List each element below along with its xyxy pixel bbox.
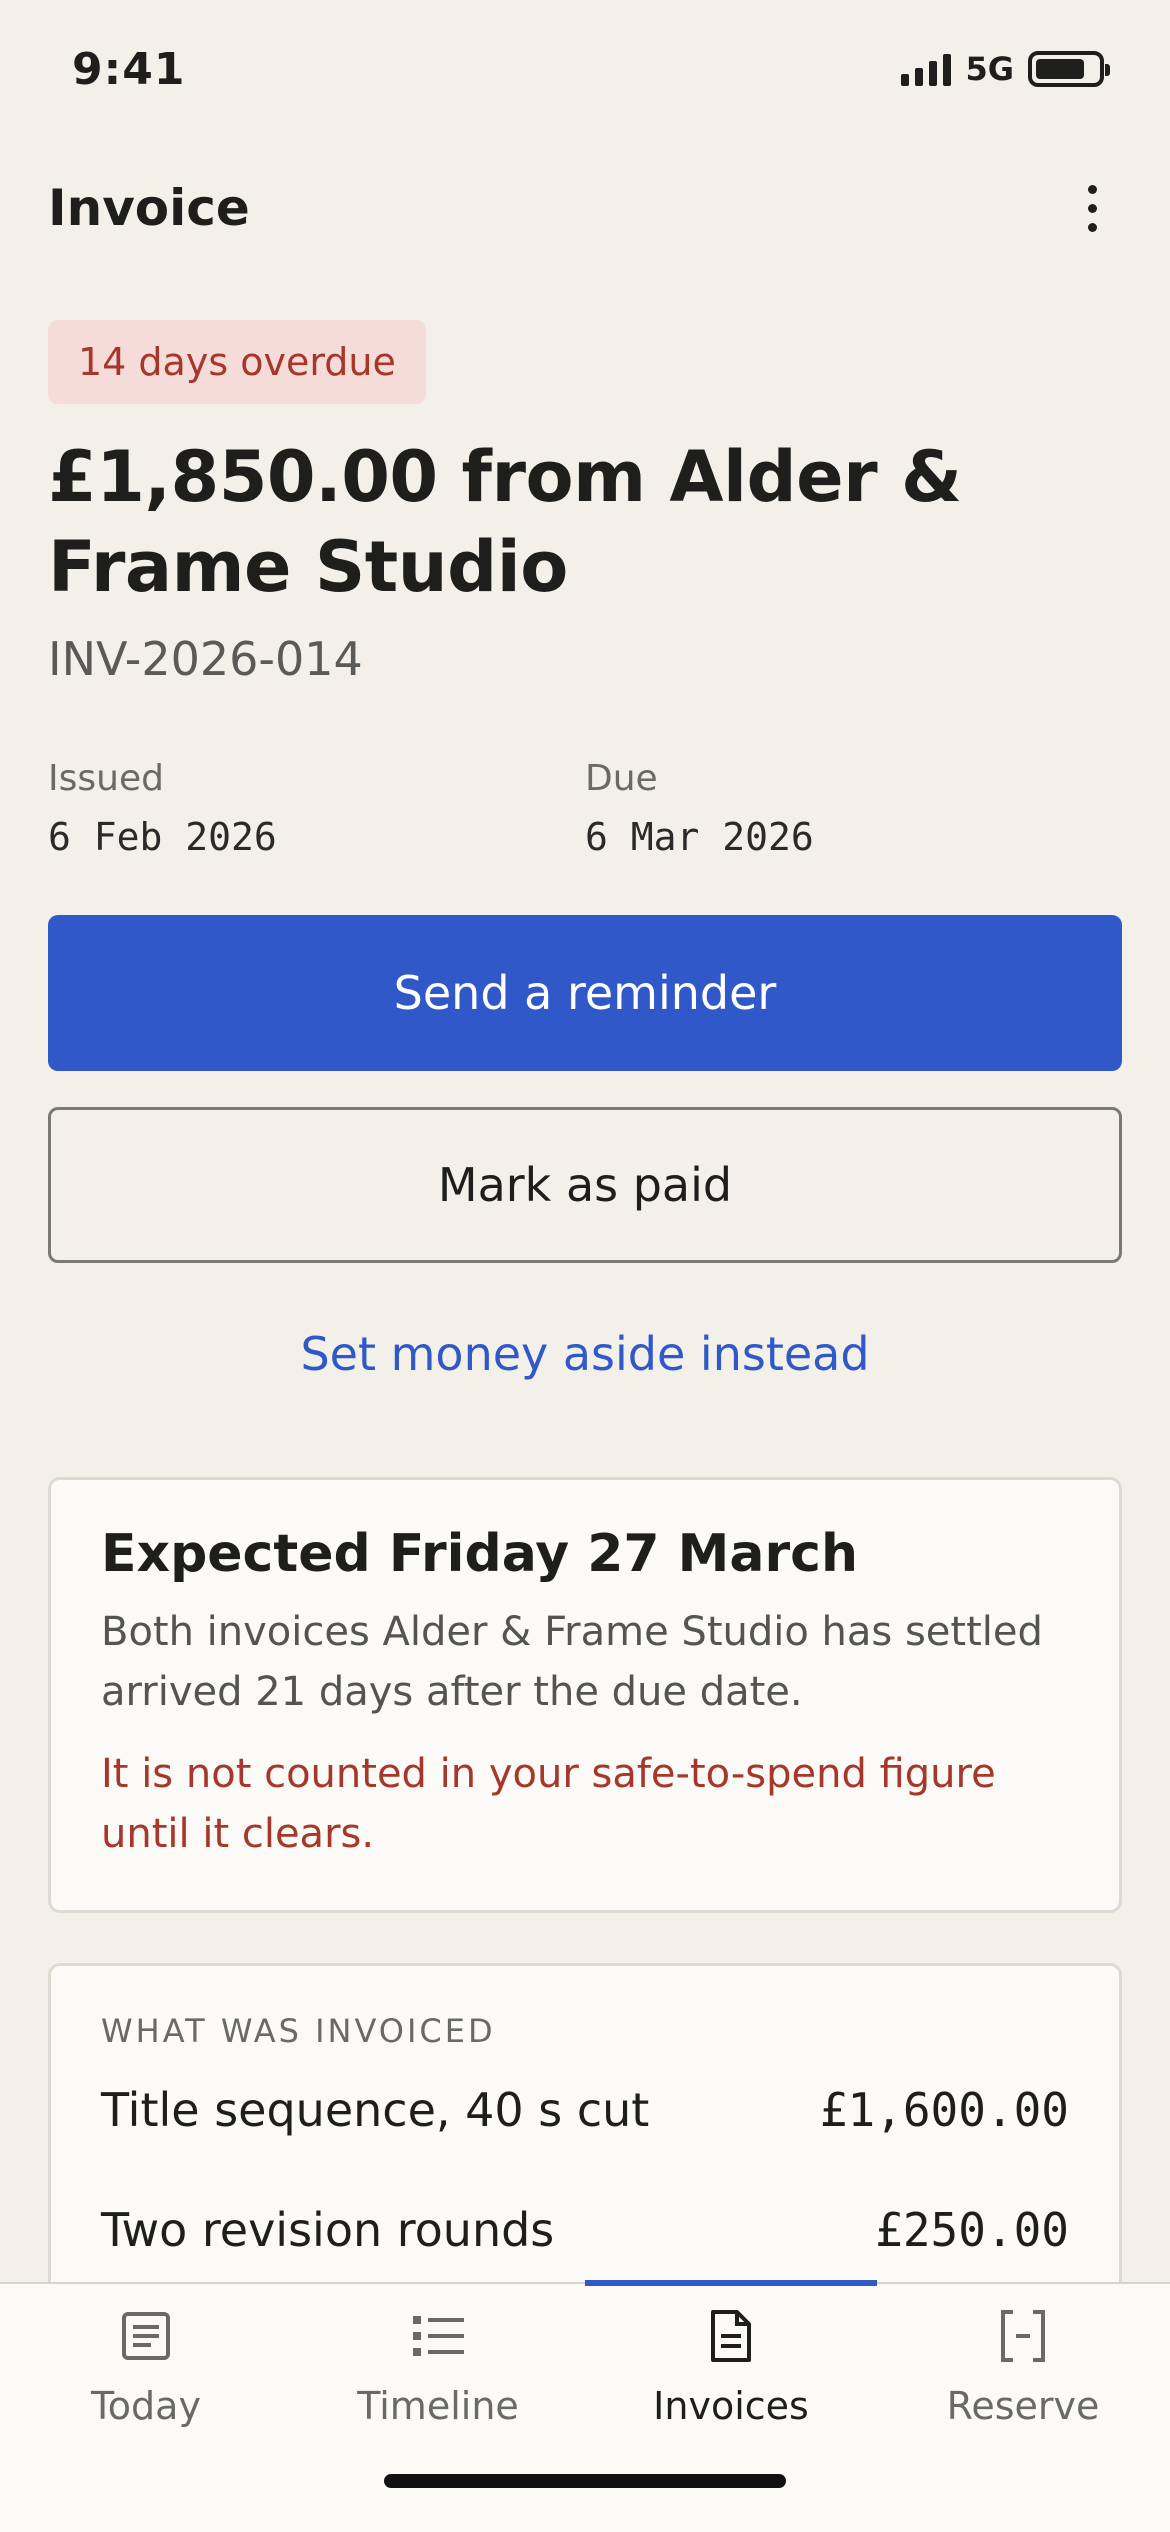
line-item-amount: £250.00 bbox=[875, 2203, 1069, 2257]
line-item: Two revision rounds £250.00 bbox=[101, 2170, 1069, 2282]
signal-icon bbox=[901, 52, 952, 86]
network-label: 5G bbox=[965, 50, 1014, 88]
line-item-description: Two revision rounds bbox=[101, 2203, 555, 2257]
page-title: Invoice bbox=[48, 179, 250, 237]
issued-date-group: Issued 6 Feb 2026 bbox=[48, 758, 585, 859]
status-time: 9:41 bbox=[72, 44, 186, 95]
line-item: Title sequence, 40 s cut £1,600.00 bbox=[101, 2050, 1069, 2170]
timeline-list-icon bbox=[408, 2306, 468, 2366]
invoiced-section-label: WHAT WAS INVOICED bbox=[101, 2012, 496, 2050]
tab-reserve[interactable]: Reserve bbox=[877, 2284, 1169, 2464]
mark-as-paid-button[interactable]: Mark as paid bbox=[48, 1107, 1122, 1263]
status-indicators: 5G bbox=[901, 50, 1110, 88]
line-item-description: Title sequence, 40 s cut bbox=[101, 2083, 650, 2137]
invoiced-items-card: WHAT WAS INVOICED Title sequence, 40 s c… bbox=[48, 1963, 1122, 2282]
due-date: 6 Mar 2026 bbox=[585, 815, 814, 859]
due-date-group: Due 6 Mar 2026 bbox=[585, 758, 1122, 859]
invoice-dates: Issued 6 Feb 2026 Due 6 Mar 2026 bbox=[48, 758, 1122, 859]
battery-icon bbox=[1028, 51, 1110, 87]
send-reminder-button[interactable]: Send a reminder bbox=[48, 915, 1122, 1071]
tab-today-label: Today bbox=[91, 2384, 201, 2428]
line-item-amount: £1,600.00 bbox=[819, 2083, 1069, 2137]
tab-timeline-label: Timeline bbox=[357, 2384, 519, 2428]
overdue-status-badge: 14 days overdue bbox=[48, 320, 426, 404]
expected-explanation: Both invoices Alder & Frame Studio has s… bbox=[101, 1609, 1043, 1715]
expected-date-title: Expected Friday 27 March bbox=[101, 1524, 858, 1584]
home-indicator[interactable] bbox=[384, 2474, 786, 2488]
tab-reserve-label: Reserve bbox=[946, 2384, 1100, 2428]
invoice-number: INV-2026-014 bbox=[48, 632, 363, 686]
issued-label: Issued bbox=[48, 758, 164, 799]
tab-timeline[interactable]: Timeline bbox=[292, 2284, 584, 2464]
tab-invoices-label: Invoices bbox=[653, 2384, 809, 2428]
tab-today[interactable]: Today bbox=[0, 2284, 292, 2464]
status-bar: 9:41 5G bbox=[0, 0, 1170, 140]
list-doc-icon bbox=[116, 2306, 176, 2366]
safe-to-spend-warning: It is not counted in your safe-to-spend … bbox=[101, 1751, 996, 1857]
tab-invoices[interactable]: Invoices bbox=[585, 2284, 877, 2464]
expected-payment-card: Expected Friday 27 March Both invoices A… bbox=[48, 1477, 1122, 1913]
reserve-bracket-icon bbox=[993, 2306, 1053, 2366]
issued-date: 6 Feb 2026 bbox=[48, 815, 277, 859]
due-label: Due bbox=[585, 758, 658, 799]
invoice-doc-icon bbox=[701, 2306, 761, 2366]
more-options-icon[interactable] bbox=[1062, 168, 1122, 248]
app-header: Invoice bbox=[48, 168, 1122, 248]
invoice-detail: 14 days overdue £1,850.00 from Alder & F… bbox=[48, 320, 1122, 2282]
bottom-tab-bar: Today Timeline Invoices Reserve bbox=[0, 2280, 1170, 2532]
set-money-aside-link[interactable]: Set money aside instead bbox=[48, 1327, 1122, 1381]
invoice-headline: £1,850.00 from Alder & Frame Studio bbox=[48, 436, 962, 608]
